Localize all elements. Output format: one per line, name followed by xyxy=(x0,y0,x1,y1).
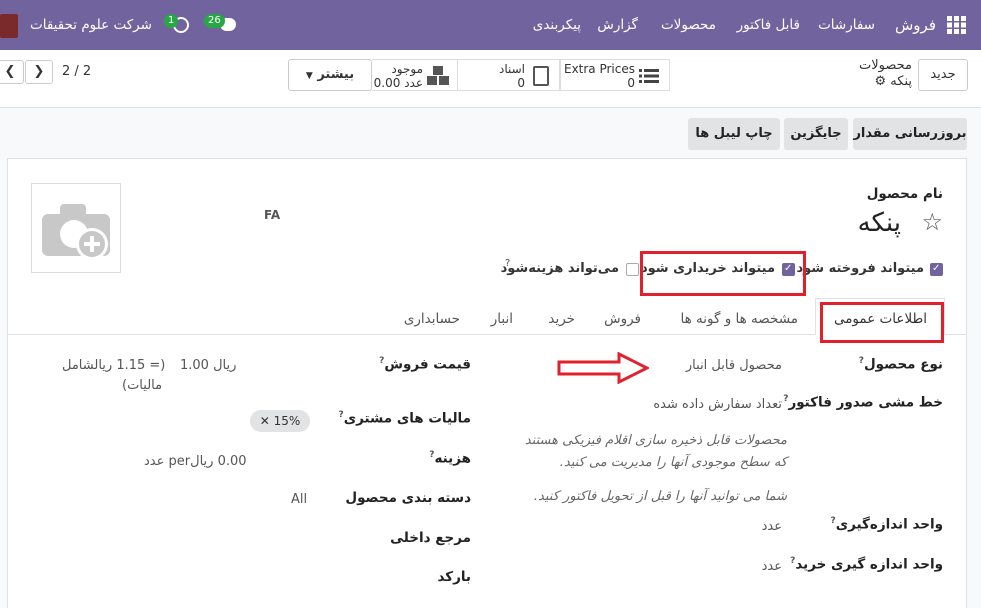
tax-tag-value: 15% xyxy=(273,414,301,428)
document-icon xyxy=(533,66,549,86)
invoice-policy-label: خط مشی صدور فاکتور? xyxy=(783,394,943,411)
list-icon xyxy=(639,69,659,83)
avatar[interactable] xyxy=(0,14,18,38)
uom-label: واحد اندازه‌گیری? xyxy=(830,516,943,533)
product-type-note-line2: که سطح موجودی آنها را مدیریت می کنید. xyxy=(559,455,787,470)
chevron-left-icon: ❮ xyxy=(4,64,16,79)
documents-value: 0 xyxy=(517,76,525,90)
print-labels-button[interactable]: چاپ لیبل ها xyxy=(688,118,780,150)
menu-to-invoice[interactable]: قابل فاکتور xyxy=(737,0,800,50)
update-quantity-button[interactable]: بروزرسانی مقدار xyxy=(853,118,967,150)
tab-sales[interactable]: فروش xyxy=(604,311,641,327)
apps-menu-icon[interactable] xyxy=(947,16,967,34)
product-name-label: نام محصول xyxy=(866,186,943,202)
tab-inventory[interactable]: انبار xyxy=(491,311,513,327)
chevron-right-icon: ❯ xyxy=(33,64,45,79)
tab-purchase[interactable]: خرید xyxy=(548,311,575,327)
on-hand-value: 0.00 عدد xyxy=(373,76,423,90)
extra-prices-label: Extra Prices xyxy=(563,62,635,76)
can-be-expensed-checkbox[interactable] xyxy=(626,263,639,276)
product-type-label: نوع محصول? xyxy=(858,356,943,373)
menu-configuration[interactable]: پیکربندی xyxy=(533,0,581,50)
product-name[interactable]: پنکه xyxy=(858,208,901,238)
purchase-uom-label: واحد اندازه گیری خرید? xyxy=(790,556,943,573)
replenish-button[interactable]: جایگزین xyxy=(784,118,848,150)
company-name[interactable]: شرکت علوم تحقیقات xyxy=(30,0,152,50)
barcode-label: بارکد xyxy=(437,569,471,585)
cost-label: هزینه? xyxy=(429,450,471,467)
purchase-uom-value[interactable]: عدد xyxy=(762,559,782,574)
sales-price-incl-tax: (= 1.15 ریالشامل xyxy=(62,358,166,373)
invoice-policy-note: شما می توانید آنها را قبل از تحویل فاکتو… xyxy=(533,489,787,504)
can-be-sold-label[interactable]: میتواند فروخته شود xyxy=(796,261,924,276)
menu-products[interactable]: محصولات xyxy=(661,0,716,50)
can-be-sold-checkbox[interactable] xyxy=(930,262,943,276)
more-label: بیشتر xyxy=(317,67,355,82)
close-icon[interactable]: ✕ xyxy=(260,414,270,428)
product-type-value[interactable]: محصول قابل انبار xyxy=(686,358,782,373)
tab-attributes[interactable]: مشخصه ها و گونه ها xyxy=(681,311,798,327)
documents-smart-button[interactable]: اسناد 0 xyxy=(458,59,560,91)
product-category-value[interactable]: All xyxy=(291,492,307,507)
language-indicator[interactable]: FA xyxy=(264,208,280,222)
breadcrumb: محصولات ⚙ پنکه xyxy=(840,58,912,92)
tab-accounting[interactable]: حسابداری xyxy=(404,311,460,327)
tax-tag[interactable]: ✕ 15% xyxy=(250,410,310,432)
extra-prices-value: 0 xyxy=(627,76,635,90)
camera-plus-icon xyxy=(42,204,110,260)
sales-price-label: قیمت فروش? xyxy=(379,356,471,373)
product-image-placeholder[interactable] xyxy=(31,183,121,273)
product-type-note-line1: محصولات قابل ذخیره سازی اقلام فیزیکی هست… xyxy=(524,433,787,448)
help-question-icon[interactable]: ? xyxy=(505,258,510,269)
pager-value[interactable]: 2 / 2 xyxy=(62,64,91,79)
top-navbar: فروش سفارشات قابل فاکتور محصولات گزارش پ… xyxy=(0,0,981,50)
previous-record-button[interactable]: ❮ xyxy=(0,60,24,84)
new-button[interactable]: جدید xyxy=(918,59,968,91)
extra-prices-smart-button[interactable]: Extra Prices 0 xyxy=(560,59,670,91)
menu-reporting[interactable]: گزارش xyxy=(597,0,638,50)
invoice-policy-value[interactable]: تعداد سفارش داده شده xyxy=(653,397,782,412)
on-hand-label: موجود xyxy=(391,62,423,76)
breadcrumb-parent[interactable]: محصولات xyxy=(840,58,912,74)
menu-orders[interactable]: سفارشات xyxy=(818,0,875,50)
message-count-badge: 26 xyxy=(204,14,225,28)
next-record-button[interactable]: ❯ xyxy=(25,60,53,84)
breadcrumb-current: پنکه xyxy=(890,74,912,89)
gear-icon[interactable]: ⚙ xyxy=(875,74,887,90)
can-be-expensed-label[interactable]: می‌تواند هزینه‌شود xyxy=(501,261,619,276)
cost-value[interactable]: 0.00 ریالper عدد xyxy=(144,454,247,469)
cubes-icon xyxy=(427,66,451,86)
uom-value[interactable]: عدد xyxy=(762,519,782,534)
more-button[interactable]: ▼ بیشتر xyxy=(288,59,372,91)
product-category-label: دسته بندی محصول xyxy=(345,490,471,506)
internal-reference-label: مرجع داخلی xyxy=(390,530,471,546)
highlight-general-tab-box xyxy=(820,302,944,343)
sales-price-value[interactable]: 1.00 ریال xyxy=(180,358,236,373)
red-arrow xyxy=(557,351,651,385)
highlight-purchased-box xyxy=(640,251,806,296)
caret-down-icon: ▼ xyxy=(305,71,313,81)
sales-price-incl-tax-line2: مالیات) xyxy=(122,378,163,393)
customer-taxes-label: مالیات های مشتری? xyxy=(338,410,471,427)
favorite-star-icon[interactable]: ☆ xyxy=(921,208,943,236)
on-hand-smart-button[interactable]: موجود 0.00 عدد xyxy=(372,59,458,91)
app-name[interactable]: فروش xyxy=(895,0,936,50)
documents-label: اسناد xyxy=(498,62,525,76)
